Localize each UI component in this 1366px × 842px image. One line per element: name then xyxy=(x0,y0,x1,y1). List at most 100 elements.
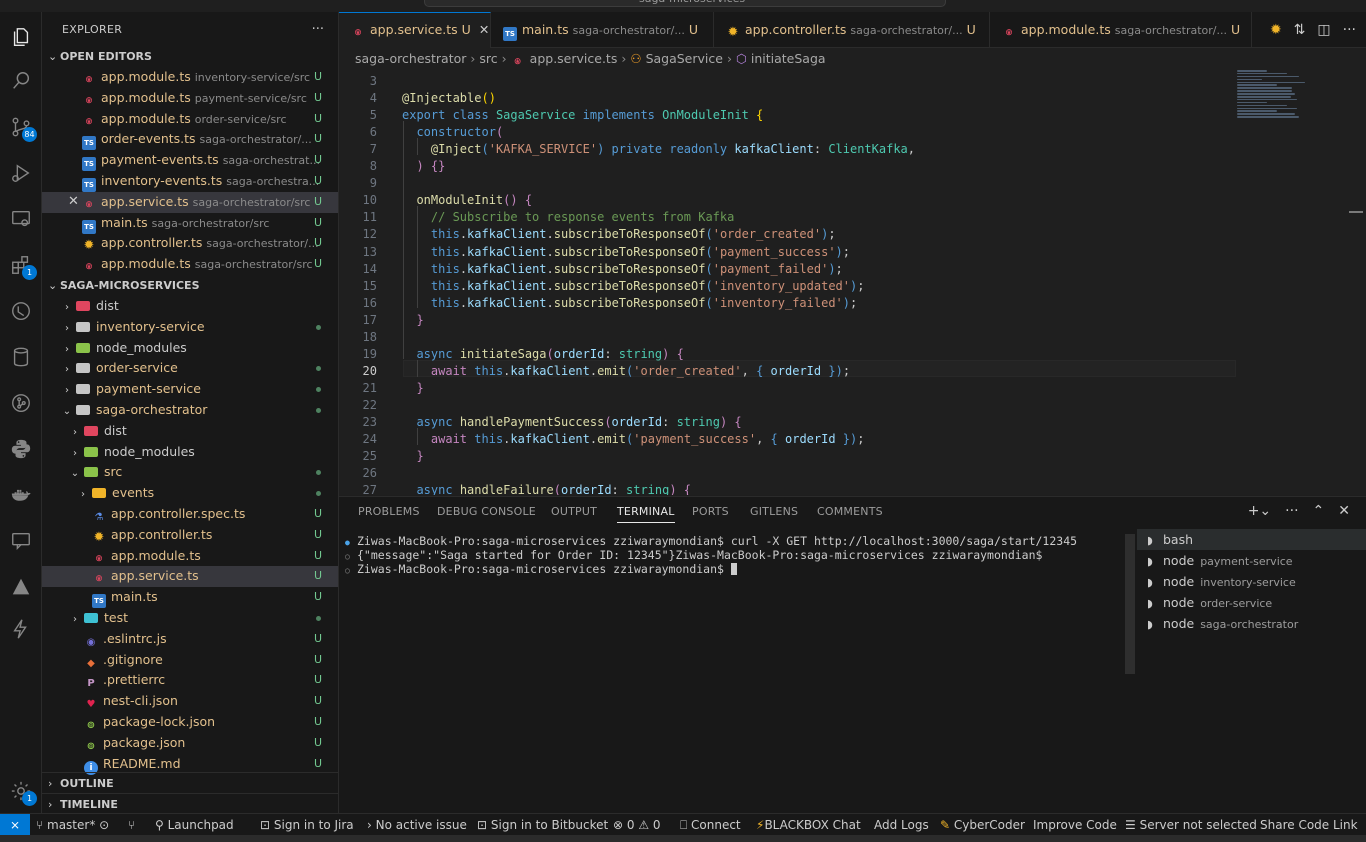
file-item[interactable]: ⊚ package-lock.json U xyxy=(42,712,338,733)
share-code-link-button[interactable]: Share Code Link xyxy=(1260,814,1358,836)
docker-icon[interactable] xyxy=(8,482,34,508)
terminal-item-payment-service[interactable]: ◗ node payment-service xyxy=(1137,550,1366,571)
open-editor-item[interactable]: ⍟ app.module.ts saga-orchestrator/src U xyxy=(42,254,338,275)
testing-icon[interactable] xyxy=(8,298,34,324)
open-editor-item[interactable]: ⍟ app.module.ts order-service/src U xyxy=(42,109,338,130)
file-item[interactable]: ⚗ app.controller.spec.ts U xyxy=(42,504,338,525)
open-editor-item[interactable]: ✕ ⍟ app.service.ts saga-orchestrator/src U xyxy=(42,191,338,213)
tab-ports[interactable]: PORTS xyxy=(692,505,729,518)
settings-gear-icon[interactable]: 1 xyxy=(8,778,37,806)
file-item[interactable]: ⍟ app.module.ts U xyxy=(42,546,338,567)
explorer-icon[interactable] xyxy=(8,24,34,50)
file-item[interactable]: ◉ .eslintrc.js U xyxy=(42,629,338,650)
file-item[interactable]: ♥ nest-cli.json U xyxy=(42,691,338,712)
launchpad-button[interactable]: ⚲ Launchpad xyxy=(155,814,234,836)
improve-code-button[interactable]: Improve Code xyxy=(1033,814,1117,836)
terminal-item-bash[interactable]: ◗ bash xyxy=(1137,529,1366,550)
folder-item[interactable]: › dist xyxy=(42,421,338,442)
terminal-item-order-service[interactable]: ◗ node order-service xyxy=(1137,592,1366,613)
extensions-icon[interactable]: 1 xyxy=(8,252,37,280)
terminal-item-inventory-service[interactable]: ◗ node inventory-service xyxy=(1137,571,1366,592)
tab-app-module[interactable]: ⍟ app.module.ts saga-orchestrator/... U xyxy=(990,12,1252,48)
workspace-section[interactable]: ⌄ SAGA-MICROSERVICES xyxy=(42,275,338,296)
breadcrumb-item[interactable]: app.service.ts xyxy=(530,51,618,66)
python-icon[interactable] xyxy=(8,436,34,462)
folder-item[interactable]: ⌄ src xyxy=(42,462,338,483)
terminal-scrollbar[interactable] xyxy=(1125,534,1135,674)
source-control-icon[interactable]: 84 xyxy=(8,114,37,142)
breadcrumb-item[interactable]: src xyxy=(479,51,497,66)
timeline-section[interactable]: › TIMELINE xyxy=(42,793,338,813)
open-editor-item[interactable]: TS inventory-events.ts saga-orchestra... U xyxy=(42,171,338,192)
remote-explorer-icon[interactable] xyxy=(8,206,34,232)
search-icon[interactable] xyxy=(8,68,34,94)
outline-section[interactable]: › OUTLINE xyxy=(42,772,338,793)
more-actions-icon[interactable]: ··· xyxy=(1343,22,1356,38)
add-logs-button[interactable]: Add Logs xyxy=(874,814,929,836)
close-panel-icon[interactable]: ✕ xyxy=(1338,503,1350,519)
server-status-button[interactable]: ☰ Server not selected xyxy=(1125,814,1257,836)
tab-terminal[interactable]: TERMINAL xyxy=(617,505,675,523)
folder-item[interactable]: › node_modules xyxy=(42,338,338,359)
problems-indicator[interactable]: ⊗ 0 ⚠ 0 xyxy=(613,814,661,836)
branch-indicator[interactable]: ⑂ master* ⊙ xyxy=(36,814,109,836)
breadcrumb-item[interactable]: saga-orchestrator xyxy=(355,51,466,66)
close-icon[interactable]: ✕ xyxy=(68,192,79,213)
code-editor[interactable]: 3 4 @Injectable() 5 export class SagaService… xyxy=(339,70,1366,495)
command-center-search[interactable]: saga-microservices xyxy=(424,0,946,7)
open-editor-item[interactable]: TS order-events.ts saga-orchestrator/... U xyxy=(42,129,338,151)
triangle-logo-icon[interactable] xyxy=(8,574,34,600)
open-editors-section[interactable]: ⌄ OPEN EDITORS xyxy=(42,46,338,67)
open-editor-item[interactable]: ⍟ app.module.ts payment-service/src U xyxy=(42,88,338,109)
jira-signin-button[interactable]: ⊡ Sign in to Jira xyxy=(260,814,354,836)
folder-item[interactable]: › node_modules xyxy=(42,442,338,463)
blackbox-chat-button[interactable]: ⚡BLACKBOX Chat xyxy=(756,814,861,836)
compare-changes-icon[interactable]: ⇅ xyxy=(1294,22,1306,38)
split-editor-icon[interactable]: ◫ xyxy=(1317,22,1330,38)
file-item[interactable]: ◆ .gitignore U xyxy=(42,650,338,671)
tab-main[interactable]: TS main.ts saga-orchestrator/... U xyxy=(491,12,714,48)
breadcrumb-item[interactable]: initiateSaga xyxy=(751,51,826,66)
run-debug-icon[interactable] xyxy=(8,160,34,186)
folder-item[interactable]: › events xyxy=(42,483,338,504)
open-editor-item[interactable]: TS payment-events.ts saga-orchestrat... U xyxy=(42,150,338,172)
terminal-output[interactable]: ● Ziwas-MacBook-Pro:saga-microservices zz… xyxy=(339,534,1129,576)
tab-app-service[interactable]: ⍟ app.service.ts U ✕ xyxy=(339,12,491,48)
tab-gitlens[interactable]: GITLENS xyxy=(750,505,798,518)
terminal-item-saga-orchestrator[interactable]: ◗ node saga-orchestrator xyxy=(1137,613,1366,634)
tab-problems[interactable]: PROBLEMS xyxy=(358,505,420,518)
file-item[interactable]: ✹ app.controller.ts U xyxy=(42,525,338,546)
connect-button[interactable]: ⎕ Connect xyxy=(680,814,741,836)
maximize-panel-icon[interactable]: ⌃ xyxy=(1313,503,1325,519)
folder-item[interactable]: › order-service xyxy=(42,358,338,379)
file-item[interactable]: TS main.ts U xyxy=(42,587,338,609)
gear-icon[interactable]: ✹ xyxy=(1270,22,1282,38)
bitbucket-signin-button[interactable]: ⊡ Sign in to Bitbucket xyxy=(477,814,608,836)
tab-output[interactable]: OUTPUT xyxy=(551,505,597,518)
active-issue-button[interactable]: › No active issue xyxy=(367,814,467,836)
breadcrumb-item[interactable]: SagaService xyxy=(646,51,723,66)
folder-item[interactable]: › payment-service xyxy=(42,379,338,400)
gitlens-icon[interactable] xyxy=(8,390,34,416)
file-item[interactable]: ⊚ package.json U xyxy=(42,733,338,754)
bolt-icon[interactable] xyxy=(8,616,34,642)
tab-comments[interactable]: COMMENTS xyxy=(817,505,883,518)
database-icon[interactable] xyxy=(8,344,34,370)
open-editor-item[interactable]: ✹ app.controller.ts saga-orchestrator/... U xyxy=(42,233,338,254)
folder-item[interactable]: ⌄ saga-orchestrator xyxy=(42,400,338,421)
file-item[interactable]: ⍟ app.service.ts U xyxy=(42,566,338,588)
new-terminal-icon[interactable]: +⌄ xyxy=(1248,503,1271,519)
remote-indicator-icon[interactable]: ⨯ xyxy=(0,814,30,836)
file-item[interactable]: P .prettierrc U xyxy=(42,670,338,691)
folder-item[interactable]: › test xyxy=(42,608,338,629)
folder-item[interactable]: › inventory-service xyxy=(42,317,338,338)
open-editor-item[interactable]: ⍟ app.module.ts inventory-service/src U xyxy=(42,67,338,88)
cybercoder-button[interactable]: ✎ CyberCoder xyxy=(940,814,1025,836)
more-actions-icon[interactable]: ··· xyxy=(1285,503,1298,519)
folder-item[interactable]: › dist xyxy=(42,296,338,317)
open-editor-item[interactable]: TS main.ts saga-orchestrator/src U xyxy=(42,213,338,234)
git-graph-icon[interactable]: ⑂ xyxy=(128,814,135,836)
tab-app-controller[interactable]: ✹ app.controller.ts saga-orchestrator/... … xyxy=(714,12,990,48)
tab-debug-console[interactable]: DEBUG CONSOLE xyxy=(437,505,536,518)
close-icon[interactable]: ✕ xyxy=(479,22,489,37)
